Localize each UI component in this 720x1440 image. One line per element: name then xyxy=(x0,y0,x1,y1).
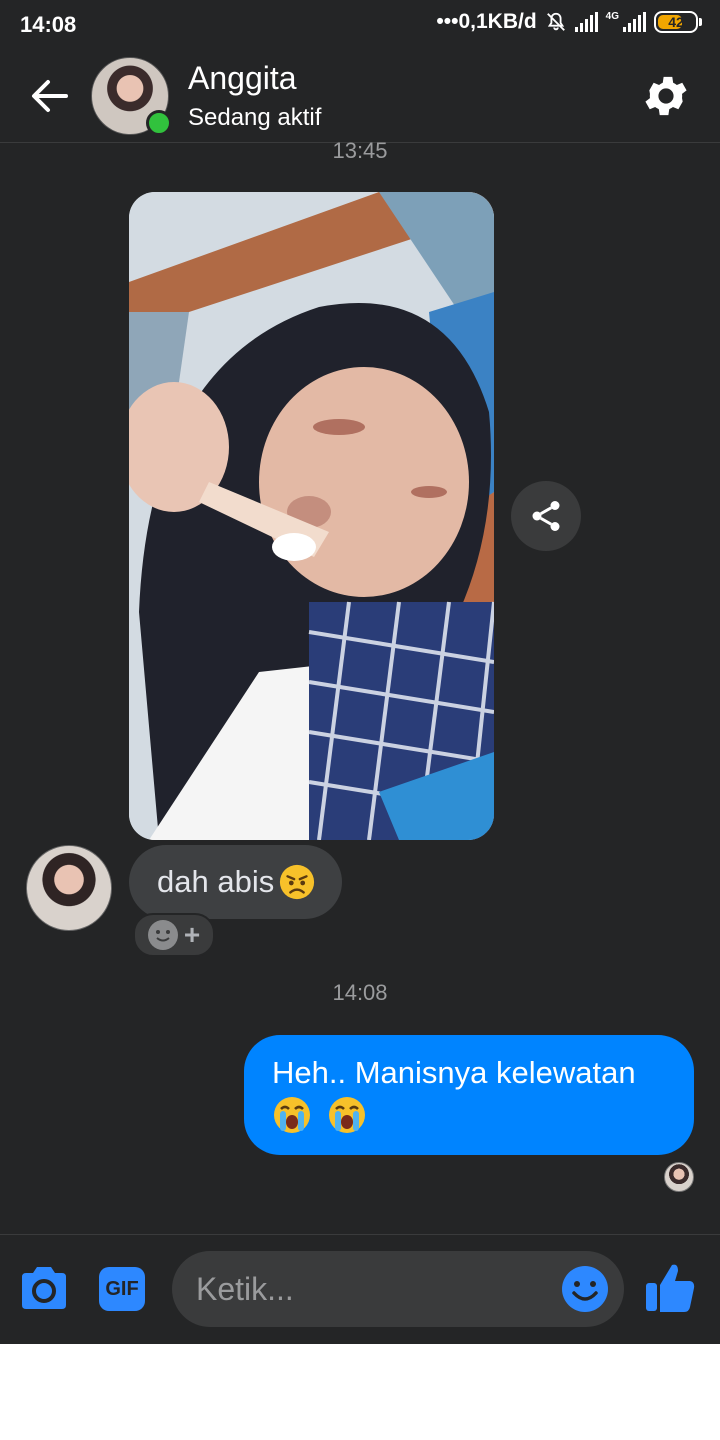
outgoing-message[interactable]: Heh.. Manisnya kelewatan xyxy=(244,1035,694,1155)
message-timestamp: 14:08 xyxy=(332,980,388,1005)
network-speed: •••0,1KB/d xyxy=(436,10,537,33)
status-time: 14:08 xyxy=(20,12,77,37)
outgoing-message-text: Heh.. Manisnya kelewatan xyxy=(272,1055,636,1090)
signal-icon xyxy=(574,12,598,32)
back-arrow-icon[interactable] xyxy=(26,74,74,118)
loudly-crying-face-emoji-icon xyxy=(328,1096,365,1133)
sender-avatar[interactable] xyxy=(26,845,112,931)
emoji-icon[interactable] xyxy=(561,1265,609,1313)
outgoing-emojis xyxy=(272,1093,670,1135)
angry-face-emoji-icon xyxy=(280,864,315,900)
network-type: 4G xyxy=(605,11,619,22)
incoming-message-text: dah abis xyxy=(157,864,275,899)
mute-bell-icon xyxy=(546,12,565,31)
plus-icon: + xyxy=(183,919,201,950)
messenger-conversation: 14:08 •••0,1KB/d 4G 42 Anggita Sedang ak xyxy=(0,0,720,1344)
incoming-message[interactable]: dah abis xyxy=(129,845,343,919)
photo-message[interactable] xyxy=(129,192,494,840)
message-input[interactable]: Ketik... xyxy=(172,1251,624,1327)
status-icons: •••0,1KB/d 4G 42 xyxy=(436,10,702,34)
battery-level: 42 xyxy=(668,14,684,30)
contact-status: Sedang aktif xyxy=(188,104,322,131)
gif-button[interactable]: GIF xyxy=(99,1267,145,1311)
contact-name[interactable]: Anggita xyxy=(188,60,297,97)
add-reaction-button[interactable]: + xyxy=(133,913,215,957)
message-composer: GIF Ketik... xyxy=(0,1234,720,1344)
conversation-header: Anggita Sedang aktif xyxy=(0,50,720,143)
message-timestamp: 13:45 xyxy=(332,138,388,163)
share-icon xyxy=(532,501,560,531)
share-button[interactable] xyxy=(511,481,581,551)
thumbs-up-icon[interactable] xyxy=(644,1261,696,1315)
camera-icon[interactable] xyxy=(18,1265,70,1311)
loudly-crying-face-emoji-icon xyxy=(274,1096,310,1133)
message-input-placeholder: Ketik... xyxy=(196,1270,294,1307)
online-indicator xyxy=(146,110,172,136)
smiley-icon xyxy=(147,920,178,950)
gear-icon[interactable] xyxy=(640,70,692,122)
signal-icon-2 xyxy=(623,12,646,32)
selfie-photo xyxy=(129,192,494,840)
status-bar: 14:08 •••0,1KB/d 4G 42 xyxy=(0,0,720,50)
seen-indicator-avatar xyxy=(664,1162,694,1192)
battery-icon: 42 xyxy=(654,11,698,33)
